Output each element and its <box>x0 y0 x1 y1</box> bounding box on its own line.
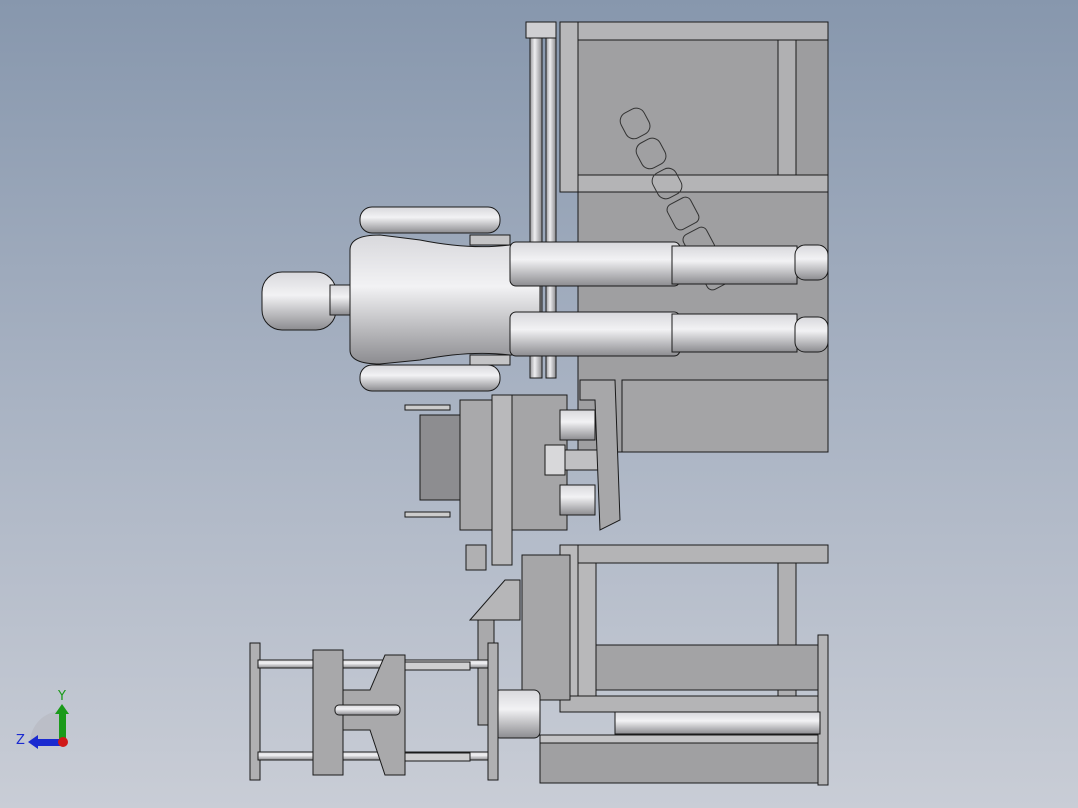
x-axis-dot <box>58 737 68 747</box>
lower-frame <box>468 544 829 786</box>
z-axis-arrow <box>36 739 60 746</box>
y-axis-label: Y <box>57 689 66 704</box>
bottom-gripper <box>249 642 499 781</box>
cad-3d-viewport[interactable]: Y Z <box>0 0 1078 808</box>
axis-triad: Y Z <box>16 689 69 749</box>
z-axis-label: Z <box>16 733 25 748</box>
upper-frame <box>525 21 829 453</box>
